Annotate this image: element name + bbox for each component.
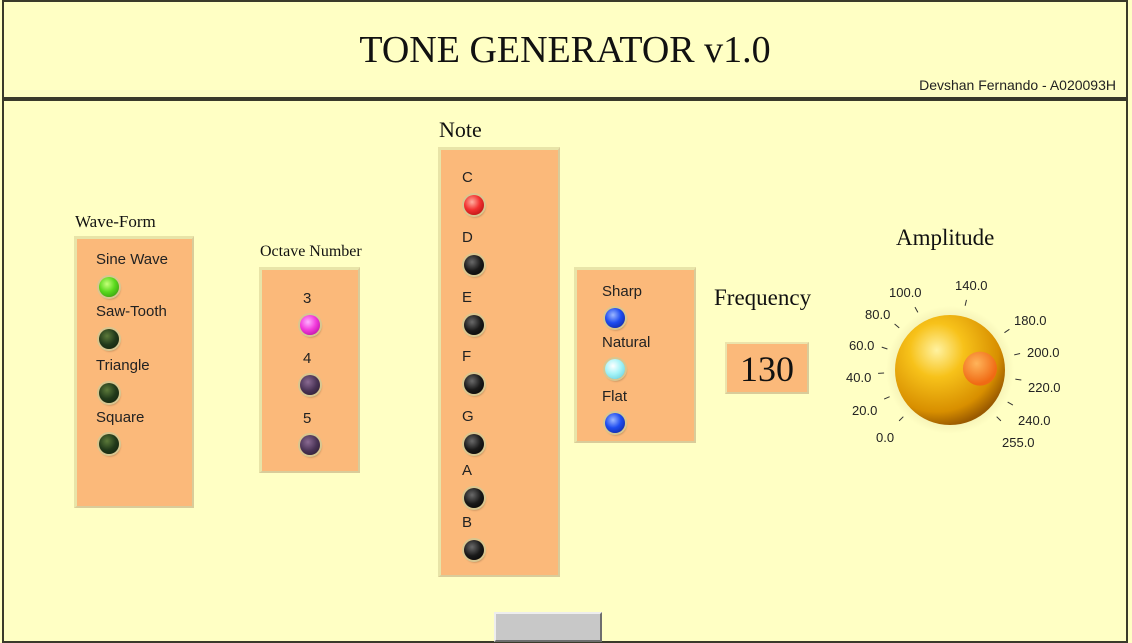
note-e-led[interactable] (464, 315, 484, 335)
note-option-label: G (462, 408, 474, 425)
sine-wave-led[interactable] (99, 277, 119, 297)
octave-option-label: 4 (303, 350, 311, 367)
octave-5-led[interactable] (300, 435, 320, 455)
knob-tick (1014, 354, 1020, 355)
note-g-led[interactable] (464, 434, 484, 454)
knob-tick (895, 324, 900, 328)
knob-tick (1004, 329, 1009, 332)
amplitude-tick-label: 100.0 (889, 285, 922, 300)
amplitude-tick-label: 220.0 (1028, 380, 1061, 395)
amplitude-tick-label: 255.0 (1002, 435, 1035, 450)
knob-tick (915, 307, 918, 312)
note-c-led[interactable] (464, 195, 484, 215)
octave-option-label: 5 (303, 410, 311, 427)
knob-tick (965, 300, 966, 306)
octave-4-led[interactable] (300, 375, 320, 395)
knob-tick (899, 417, 903, 421)
octave-3-led[interactable] (300, 315, 320, 335)
amplitude-knob-svg[interactable] (840, 270, 1060, 460)
knob-tick (884, 397, 889, 399)
flat-led[interactable] (605, 413, 625, 433)
octave-label: Octave Number (260, 243, 362, 261)
accidental-option-label: Sharp (602, 283, 642, 300)
author-label: Devshan Fernando - A020093H (919, 77, 1116, 93)
accidental-option-label: Flat (602, 388, 627, 405)
octave-option-label: 3 (303, 290, 311, 307)
note-d-led[interactable] (464, 255, 484, 275)
amplitude-tick-label: 20.0 (852, 403, 877, 418)
app-title: TONE GENERATOR v1.0 (4, 28, 1126, 72)
note-option-label: B (462, 514, 472, 531)
amplitude-tick-label: 60.0 (849, 338, 874, 353)
bottom-button[interactable] (494, 612, 602, 642)
knob-tick (997, 417, 1001, 421)
triangle-led[interactable] (99, 383, 119, 403)
knob-tick (882, 347, 888, 349)
knob-tick (1008, 402, 1013, 405)
frequency-label: Frequency (714, 285, 811, 311)
note-b-led[interactable] (464, 540, 484, 560)
waveform-selector: Sine Wave Saw-Tooth Triangle Square (74, 236, 194, 508)
sharp-led[interactable] (605, 308, 625, 328)
saw-tooth-led[interactable] (99, 329, 119, 349)
natural-led[interactable] (605, 359, 625, 379)
amplitude-tick-label: 0.0 (876, 430, 894, 445)
knob-tick (1015, 379, 1021, 380)
amplitude-tick-label: 200.0 (1027, 345, 1060, 360)
amplitude-tick-label: 40.0 (846, 370, 871, 385)
note-option-label: A (462, 462, 472, 479)
waveform-option-label: Triangle (96, 357, 150, 374)
amplitude-tick-label: 180.0 (1014, 313, 1047, 328)
waveform-option-label: Saw-Tooth (96, 303, 167, 320)
waveform-option-label: Square (96, 409, 144, 426)
note-a-led[interactable] (464, 488, 484, 508)
amplitude-tick-label: 140.0 (955, 278, 988, 293)
note-option-label: C (462, 169, 473, 186)
waveform-option-label: Sine Wave (96, 251, 168, 268)
note-selector: C D E F G A B (438, 147, 560, 577)
accidental-selector: Sharp Natural Flat (574, 267, 696, 443)
accidental-option-label: Natural (602, 334, 650, 351)
waveform-label: Wave-Form (75, 212, 156, 232)
amplitude-tick-label: 240.0 (1018, 413, 1051, 428)
note-option-label: F (462, 348, 471, 365)
square-led[interactable] (99, 434, 119, 454)
amplitude-tick-label: 80.0 (865, 307, 890, 322)
frequency-display: 130 (725, 342, 809, 394)
note-f-led[interactable] (464, 374, 484, 394)
amplitude-knob-area: 0.0 20.0 40.0 60.0 80.0 100.0 140.0 180.… (840, 270, 1060, 460)
knob-indicator[interactable] (963, 352, 997, 386)
note-option-label: D (462, 229, 473, 246)
note-label: Note (439, 117, 482, 143)
octave-selector: 3 4 5 (259, 267, 360, 473)
header-panel: TONE GENERATOR v1.0 Devshan Fernando - A… (2, 0, 1128, 99)
note-option-label: E (462, 289, 472, 306)
amplitude-label: Amplitude (896, 225, 994, 251)
